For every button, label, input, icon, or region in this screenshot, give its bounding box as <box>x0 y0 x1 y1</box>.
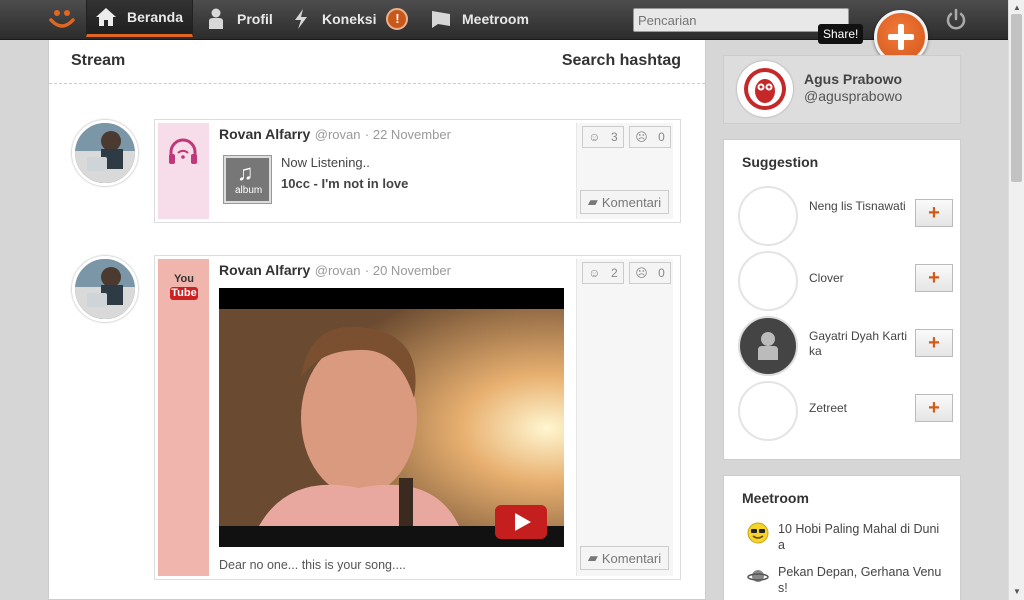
suggestion-avatar[interactable] <box>738 251 798 311</box>
like-button[interactable]: ☺ 3 <box>582 126 624 148</box>
comment-button[interactable]: ▰ Komentari <box>580 546 669 570</box>
comment-button[interactable]: ▰ Komentari <box>580 190 669 214</box>
youtube-you: You <box>174 273 194 285</box>
stream-title: Stream <box>71 52 126 69</box>
post-author-name[interactable]: Rovan Alfarry <box>219 262 310 278</box>
post-content: Rovan Alfarry @rovan · 22 November ♫ alb… <box>219 126 451 204</box>
profile-handle: @agusprabowo <box>804 88 903 104</box>
meetroom-item-text: Pekan Depan, Gerhana Venus! <box>778 565 942 595</box>
scroll-up-arrow-icon[interactable]: ▲ <box>1013 3 1021 12</box>
dislike-button[interactable]: ☹ 0 <box>629 262 671 284</box>
video-player[interactable] <box>219 288 564 547</box>
stream-panel: Stream Search hashtag Rovan Alfarry @rov… <box>48 40 706 600</box>
track-title[interactable]: 10cc - I'm not in love <box>281 176 521 191</box>
nav-beranda[interactable]: Beranda <box>86 0 193 37</box>
suggestion-name[interactable]: Gayatri Dyah Kartika <box>809 329 911 359</box>
video-thumbnail <box>219 309 564 547</box>
person-icon <box>205 8 227 30</box>
post-date: · 20 November <box>364 263 451 278</box>
planet-icon <box>746 564 770 588</box>
dislike-count: 0 <box>658 130 665 144</box>
scrollbar-thumb[interactable] <box>1011 14 1022 182</box>
sunglasses-smiley-icon <box>746 521 770 545</box>
follow-button[interactable]: + <box>915 329 953 357</box>
like-button[interactable]: ☺ 2 <box>582 262 624 284</box>
youtube-tube: Tube <box>170 287 198 300</box>
nav-label: Profil <box>237 10 273 27</box>
dislike-count: 0 <box>658 266 665 280</box>
happy-face-icon: ☺ <box>588 266 601 280</box>
search-input[interactable] <box>633 8 849 32</box>
suggestion-title: Suggestion <box>742 154 819 170</box>
post-author-avatar[interactable] <box>72 256 138 322</box>
suggestion-avatar[interactable] <box>738 316 798 376</box>
comment-label: Komentari <box>601 550 662 566</box>
post-content: Rovan Alfarry @rovan · 20 November Dear … <box>219 262 564 572</box>
chat-bubble-icon <box>430 8 452 30</box>
comment-icon: ▰ <box>587 194 598 209</box>
youtube-icon: You Tube <box>170 274 198 300</box>
headphones-icon <box>169 138 197 164</box>
post-actions: ☺ 2 ☹ 0 ▰ Komentari <box>576 259 673 576</box>
follow-button[interactable]: + <box>915 394 953 422</box>
happy-face-icon: ☺ <box>588 130 601 144</box>
post-type-strip <box>158 123 209 219</box>
sad-face-icon: ☹ <box>635 266 648 280</box>
post-author-name[interactable]: Rovan Alfarry <box>219 126 310 142</box>
meetroom-title: Meetroom <box>742 490 809 506</box>
meetroom-item[interactable]: 10 Hobi Paling Mahal di Dunia <box>746 521 942 553</box>
post-card: Rovan Alfarry @rovan · 22 November ♫ alb… <box>154 119 681 223</box>
post-caption: Dear no one... this is your song.... <box>219 558 406 572</box>
profile-avatar[interactable] <box>737 61 793 117</box>
suggestion-avatar[interactable] <box>738 186 798 246</box>
meetroom-item[interactable]: Pekan Depan, Gerhana Venus! <box>746 564 942 596</box>
profile-card[interactable]: Agus Prabowo @agusprabowo <box>723 55 961 124</box>
nav-label: Beranda <box>127 9 184 25</box>
profile-name[interactable]: Agus Prabowo <box>804 71 902 87</box>
nav-label: Meetroom <box>462 10 529 27</box>
lightning-icon <box>290 8 312 30</box>
power-icon[interactable] <box>944 8 968 32</box>
post-handle[interactable]: @rovan <box>315 127 361 142</box>
post-handle[interactable]: @rovan <box>315 263 361 278</box>
divider <box>49 83 705 84</box>
follow-button[interactable]: + <box>915 199 953 227</box>
smiley-logo-icon[interactable] <box>48 6 76 32</box>
suggestion-panel: Suggestion Neng lis Tisnawati + Clover +… <box>723 139 961 460</box>
like-count: 3 <box>611 130 618 144</box>
dislike-button[interactable]: ☹ 0 <box>629 126 671 148</box>
suggestion-name[interactable]: Neng lis Tisnawati <box>809 199 911 214</box>
comment-label: Komentari <box>601 194 662 210</box>
music-note-icon: ♫ <box>237 160 254 185</box>
nav-profil[interactable]: Profil <box>205 0 273 37</box>
album-label: album <box>235 185 263 196</box>
follow-button[interactable]: + <box>915 264 953 292</box>
comment-icon: ▰ <box>587 550 598 565</box>
post-card: You Tube Rovan Alfarry @rovan · 20 Novem… <box>154 255 681 580</box>
nav-label: Koneksi <box>322 10 377 27</box>
post-type-strip: You Tube <box>158 259 209 576</box>
meetroom-panel: Meetroom 10 Hobi Paling Mahal di Dunia P… <box>723 475 961 600</box>
scroll-down-arrow-icon[interactable]: ▼ <box>1013 587 1021 596</box>
page-scrollbar[interactable]: ▲ ▼ <box>1008 0 1024 600</box>
listening-label: Now Listening.. <box>281 155 370 170</box>
post-author-avatar[interactable] <box>72 120 138 186</box>
post-actions: ☺ 3 ☹ 0 ▰ Komentari <box>576 123 673 219</box>
nav-meetroom[interactable]: Meetroom <box>430 0 529 37</box>
album-cover: ♫ album <box>223 155 272 204</box>
sad-face-icon: ☹ <box>635 130 648 144</box>
owl-logo-icon <box>744 68 786 110</box>
post-date: · 22 November <box>364 127 451 142</box>
like-count: 2 <box>611 266 618 280</box>
home-icon <box>95 6 117 28</box>
default-person-icon <box>758 332 778 360</box>
search-hashtag-link[interactable]: Search hashtag <box>562 52 681 70</box>
meetroom-item-text: 10 Hobi Paling Mahal di Dunia <box>778 522 940 552</box>
nav-koneksi[interactable]: Koneksi ! <box>290 0 409 37</box>
suggestion-name[interactable]: Clover <box>809 271 911 286</box>
notification-badge[interactable]: ! <box>386 7 409 30</box>
suggestion-avatar[interactable] <box>738 381 798 441</box>
suggestion-name[interactable]: Zetreet <box>809 401 911 416</box>
share-tooltip: Share! <box>818 24 864 44</box>
